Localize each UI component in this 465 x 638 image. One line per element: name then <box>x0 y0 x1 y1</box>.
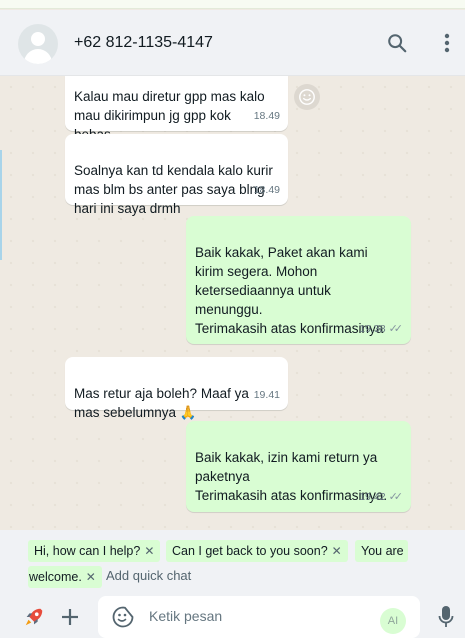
message-time: 19.41 <box>253 389 280 401</box>
message-text: Mas retur aja boleh? Maaf ya mas sebelum… <box>74 386 249 420</box>
message-time: 19.42 <box>359 491 386 503</box>
message-time: 18.49 <box>253 184 280 196</box>
message-outgoing[interactable]: Baik kakak, Paket akan kami kirim segera… <box>186 216 411 344</box>
message-outgoing[interactable]: Baik kakak, izin kami return ya paketnya… <box>186 421 411 512</box>
ai-badge[interactable]: AI <box>380 608 406 634</box>
message-incoming[interactable]: Kalau mau diretur gpp mas kalo mau dikir… <box>65 76 288 142</box>
quick-reply-chip[interactable]: Can I get back to you soon? ✕ <box>166 540 348 562</box>
quick-reply-chip[interactable]: welcome. ✕ <box>28 566 102 588</box>
message-incoming[interactable]: Soalnya kan td kendala kalo kurir mas bl… <box>65 134 288 216</box>
message-incoming[interactable]: Mas retur aja boleh? Maaf ya mas sebelum… <box>65 357 288 420</box>
rocket-icon[interactable] <box>21 604 47 630</box>
message-time: 19.38 <box>359 323 386 335</box>
message-list[interactable]: Kalau mau diretur gpp mas kalo mau dikir… <box>0 76 465 530</box>
message-text: Baik kakak, Paket akan kami kirim segera… <box>195 245 384 336</box>
add-quick-chat-link[interactable]: Add quick chat <box>106 568 191 583</box>
mic-icon[interactable] <box>433 604 459 630</box>
remove-chip-icon[interactable]: ✕ <box>144 544 154 558</box>
message-input[interactable]: Ketik pesan AI <box>98 596 420 638</box>
remove-chip-icon[interactable]: ✕ <box>86 570 96 584</box>
message-text: Baik kakak, izin kami return ya paketnya… <box>195 450 388 503</box>
search-icon[interactable] <box>384 30 410 56</box>
left-edge-indicator <box>0 150 2 260</box>
composer-bar: Ketik pesan AI <box>0 592 465 638</box>
read-ticks-icon: ✓✓ <box>388 491 404 503</box>
remove-chip-icon[interactable]: ✕ <box>332 544 342 558</box>
emoji-react-icon[interactable] <box>294 84 320 110</box>
chat-header: +62 812-1135-4147 <box>0 10 465 76</box>
plus-icon[interactable] <box>57 604 83 630</box>
message-input-placeholder: Ketik pesan <box>149 608 223 624</box>
quick-replies-bar: Hi, how can I help? ✕ Can I get back to y… <box>0 530 465 592</box>
contact-name[interactable]: +62 812-1135-4147 <box>74 34 213 52</box>
message-text: Soalnya kan td kendala kalo kurir mas bl… <box>74 163 273 216</box>
message-time: 18.49 <box>253 110 280 122</box>
avatar-icon[interactable] <box>18 24 58 64</box>
sticker-icon[interactable] <box>111 605 135 634</box>
read-ticks-icon: ✓✓ <box>388 323 404 335</box>
menu-icon[interactable] <box>434 30 460 56</box>
quick-reply-chip[interactable]: Hi, how can I help? ✕ <box>28 540 161 562</box>
quick-reply-chip[interactable]: You are <box>355 540 408 562</box>
top-strip <box>0 0 465 9</box>
